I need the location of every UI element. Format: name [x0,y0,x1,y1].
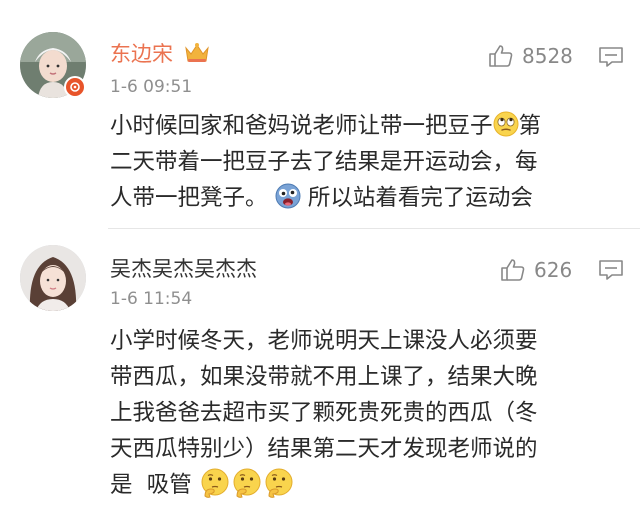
timestamp: 1-6 11:54 [110,289,193,309]
rolling-eyes-emoji [493,111,519,137]
username[interactable]: 吴杰吴杰吴杰杰 [110,256,257,282]
crown-icon [185,43,209,62]
crazy-face-emoji [275,183,301,209]
comment-text-line: 所以站着看完了运动会 [307,185,533,211]
thumbs-up-icon [489,45,513,67]
comment-item: 吴杰吴杰吴杰杰 1-6 11:54 626 小学时候冬天，老师说明天上课没人必须… [0,228,640,506]
comment-text-line: 天西瓜特别少）结果第二天才发现老师说的 [110,436,538,462]
like-count: 8528 [522,44,573,68]
like-count: 626 [534,258,573,282]
like-button[interactable]: 8528 [488,44,573,68]
comment-item: 东边宋 1-6 09:51 8528 小时候回家和爸妈说老师让带一把豆子 第 二… [0,0,640,228]
avatar[interactable] [20,245,86,311]
comment-text: 小时候回家和爸妈说老师让带一把豆子 第 二天带着一把豆子去了结果是开运动会，每 … [110,108,610,216]
comment-text-line: 小学时候冬天，老师说明天上课没人必须要 [110,328,538,354]
username[interactable]: 东边宋 [110,41,173,67]
comment-text-line: 是 吸管 [110,472,192,498]
timestamp: 1-6 09:51 [110,77,193,97]
reply-icon[interactable] [598,259,624,281]
vip-badge-icon [64,76,86,98]
thinking-face-emoji [265,468,293,498]
comment-text: 小学时候冬天，老师说明天上课没人必须要 带西瓜，如果没带就不用上课了，结果大晚 … [110,323,610,503]
comment-text-line: 小时候回家和爸妈说老师让带一把豆子 [110,113,493,139]
thinking-face-emoji [233,468,261,498]
comment-text-line: 带西瓜，如果没带就不用上课了，结果大晚 [110,364,538,390]
reply-icon[interactable] [598,46,624,68]
thinking-face-emoji [201,468,229,498]
like-button[interactable]: 626 [500,258,572,282]
comment-text-line: 人带一把凳子。 [110,185,268,211]
comment-text-line: 第 [518,113,542,139]
comment-list: 东边宋 1-6 09:51 8528 小时候回家和爸妈说老师让带一把豆子 第 二… [0,0,640,506]
thumbs-up-icon [501,259,525,281]
comment-text-line: 二天带着一把豆子去了结果是开运动会，每 [110,149,538,175]
comment-text-line: 上我爸爸去超市买了颗死贵死贵的西瓜（冬 [110,400,538,426]
